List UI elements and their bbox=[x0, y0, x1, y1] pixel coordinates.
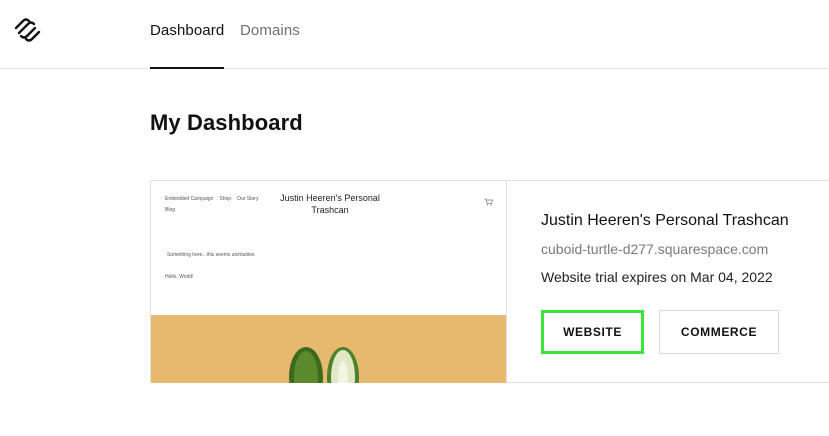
website-button[interactable]: WEBSITE bbox=[541, 310, 644, 354]
squarespace-logo-icon[interactable] bbox=[12, 16, 42, 42]
preview-nav-item: Shop bbox=[219, 196, 232, 202]
commerce-button[interactable]: COMMERCE bbox=[659, 310, 779, 354]
tab-dashboard[interactable]: Dashboard bbox=[150, 22, 224, 40]
trial-status: Website trial expires on Mar 04, 2022 bbox=[541, 269, 773, 285]
active-tab-indicator bbox=[150, 67, 224, 69]
preview-blog-link: Blog bbox=[165, 207, 176, 213]
site-preview-thumbnail[interactable]: Embedded Campaign Shop Our Story Blog Ju… bbox=[151, 181, 507, 383]
preview-nav: Embedded Campaign Shop Our Story bbox=[165, 196, 258, 202]
site-card: Embedded Campaign Shop Our Story Blog Ju… bbox=[150, 180, 829, 383]
site-name[interactable]: Justin Heeren's Personal Trashcan bbox=[541, 212, 789, 230]
preview-nav-item: Our Story bbox=[237, 196, 259, 202]
site-domain[interactable]: cuboid-turtle-d277.squarespace.com bbox=[541, 241, 768, 257]
preview-hero-image bbox=[151, 315, 506, 383]
cart-icon bbox=[484, 198, 493, 206]
preview-nav-item: Embedded Campaign bbox=[165, 196, 214, 202]
preview-hello-text: Hello, World! bbox=[165, 274, 194, 280]
preview-body-text: Something here.. this seems unintuitive. bbox=[167, 252, 256, 258]
preview-site-title: Justin Heeren's Personal Trashcan bbox=[280, 193, 380, 215]
cucumber-image-icon bbox=[289, 347, 359, 383]
tab-domains[interactable]: Domains bbox=[240, 22, 300, 40]
top-navigation-bar: Dashboard Domains bbox=[0, 0, 829, 69]
page-title: My Dashboard bbox=[150, 110, 303, 135]
